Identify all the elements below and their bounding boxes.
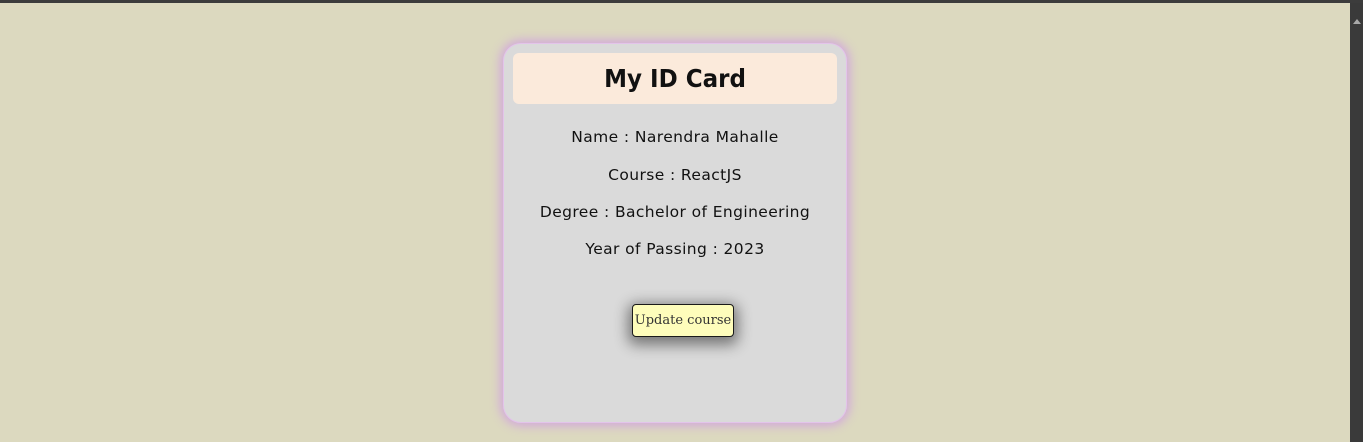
card-header: My ID Card — [513, 53, 837, 104]
update-course-button[interactable]: Update course — [632, 304, 734, 337]
id-card: My ID Card Name : Narendra Mahalle Cours… — [503, 43, 847, 423]
window-top-bar — [0, 0, 1363, 3]
year-of-passing-text: Year of Passing : 2023 — [585, 240, 765, 258]
scroll-up-arrow-icon[interactable] — [1353, 19, 1361, 24]
name-text: Name : Narendra Mahalle — [571, 128, 779, 146]
course-text: Course : ReactJS — [608, 166, 742, 184]
vertical-scrollbar[interactable] — [1350, 3, 1363, 442]
degree-text: Degree : Bachelor of Engineering — [539, 203, 811, 221]
card-title: My ID Card — [604, 64, 746, 93]
